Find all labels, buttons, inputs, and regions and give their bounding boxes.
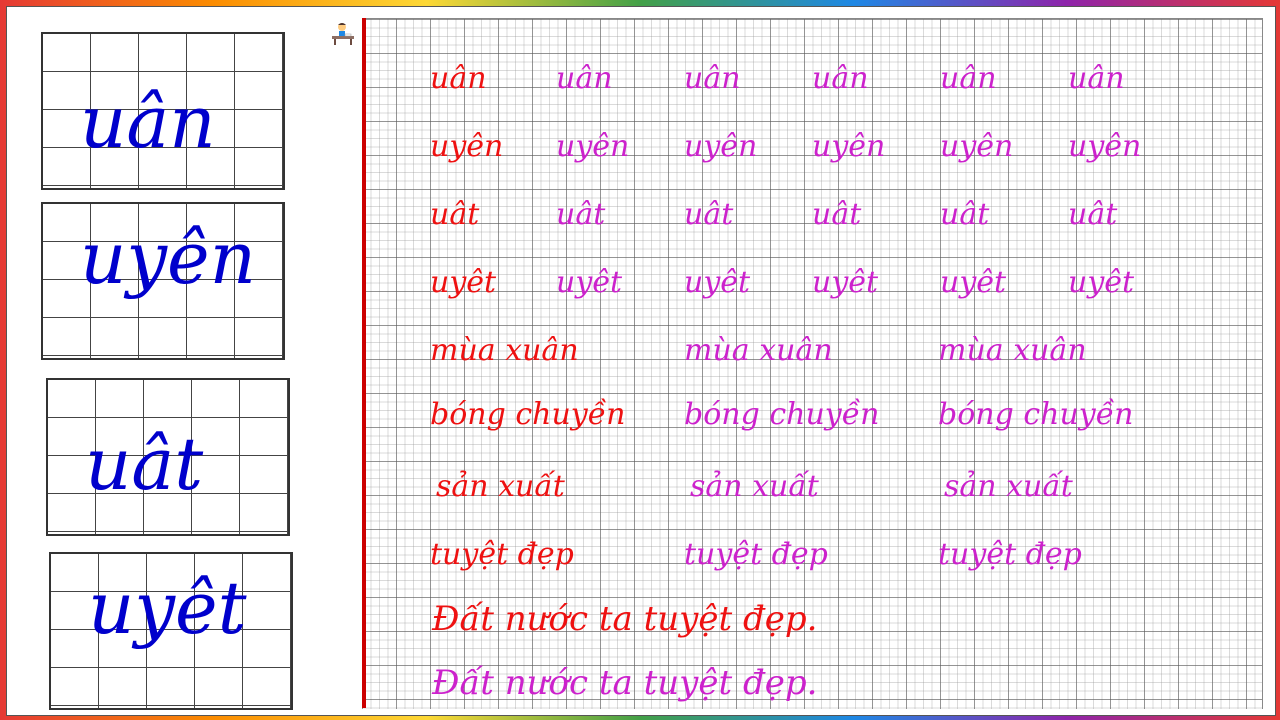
row2-word2: uyên: [556, 129, 630, 164]
sentence-1: Đất nước ta tuyệt đẹp.: [432, 599, 818, 639]
child-writing-icon: [332, 23, 354, 45]
row1-word4: uân: [812, 61, 869, 96]
card-uan-text: uân: [80, 80, 216, 164]
row5-word2: mùa xuân: [684, 333, 833, 368]
row8-word2: tuyệt đẹp: [684, 537, 828, 572]
row6-word1: bóng chuyền: [430, 397, 626, 432]
row4-word1: uyêt: [430, 265, 497, 300]
row4-word3: uyêt: [684, 265, 751, 300]
margin-line: [362, 18, 366, 708]
row3-word3: uât: [684, 197, 734, 232]
row2-word3: uyên: [684, 129, 758, 164]
row1-word2: uân: [556, 61, 613, 96]
row3-word1: uât: [430, 197, 480, 232]
row3-word4: uât: [812, 197, 862, 232]
row5-word1: mùa xuân: [430, 333, 579, 368]
card-uyen-text: uyên: [80, 216, 257, 300]
sentence-2: Đất nước ta tuyệt đẹp.: [432, 663, 818, 703]
row8-word1: tuyệt đẹp: [430, 537, 574, 572]
row7-word2: sản xuất: [690, 469, 819, 504]
row7-word3: sản xuất: [944, 469, 1073, 504]
row4-word6: uyêt: [1068, 265, 1135, 300]
card-uyet-text: uyêt: [88, 566, 247, 650]
row8-word3: tuyệt đẹp: [938, 537, 1082, 572]
row6-word3: bóng chuyền: [938, 397, 1134, 432]
row2-word6: uyên: [1068, 129, 1142, 164]
row5-word3: mùa xuân: [938, 333, 1087, 368]
row4-word4: uyêt: [812, 265, 879, 300]
row7-word1: sản xuất: [436, 469, 565, 504]
row1-word3: uân: [684, 61, 741, 96]
row1-word1: uân: [430, 61, 487, 96]
row1-word5: uân: [940, 61, 997, 96]
row4-word5: uyêt: [940, 265, 1007, 300]
row2-word4: uyên: [812, 129, 886, 164]
row2-word5: uyên: [940, 129, 1014, 164]
row3-word2: uât: [556, 197, 606, 232]
card-uat-text: uât: [85, 422, 204, 506]
row6-word2: bóng chuyền: [684, 397, 880, 432]
row2-word1: uyên: [430, 129, 504, 164]
row1-word6: uân: [1068, 61, 1125, 96]
row3-word6: uât: [1068, 197, 1118, 232]
row4-word2: uyêt: [556, 265, 623, 300]
row3-word5: uât: [940, 197, 990, 232]
